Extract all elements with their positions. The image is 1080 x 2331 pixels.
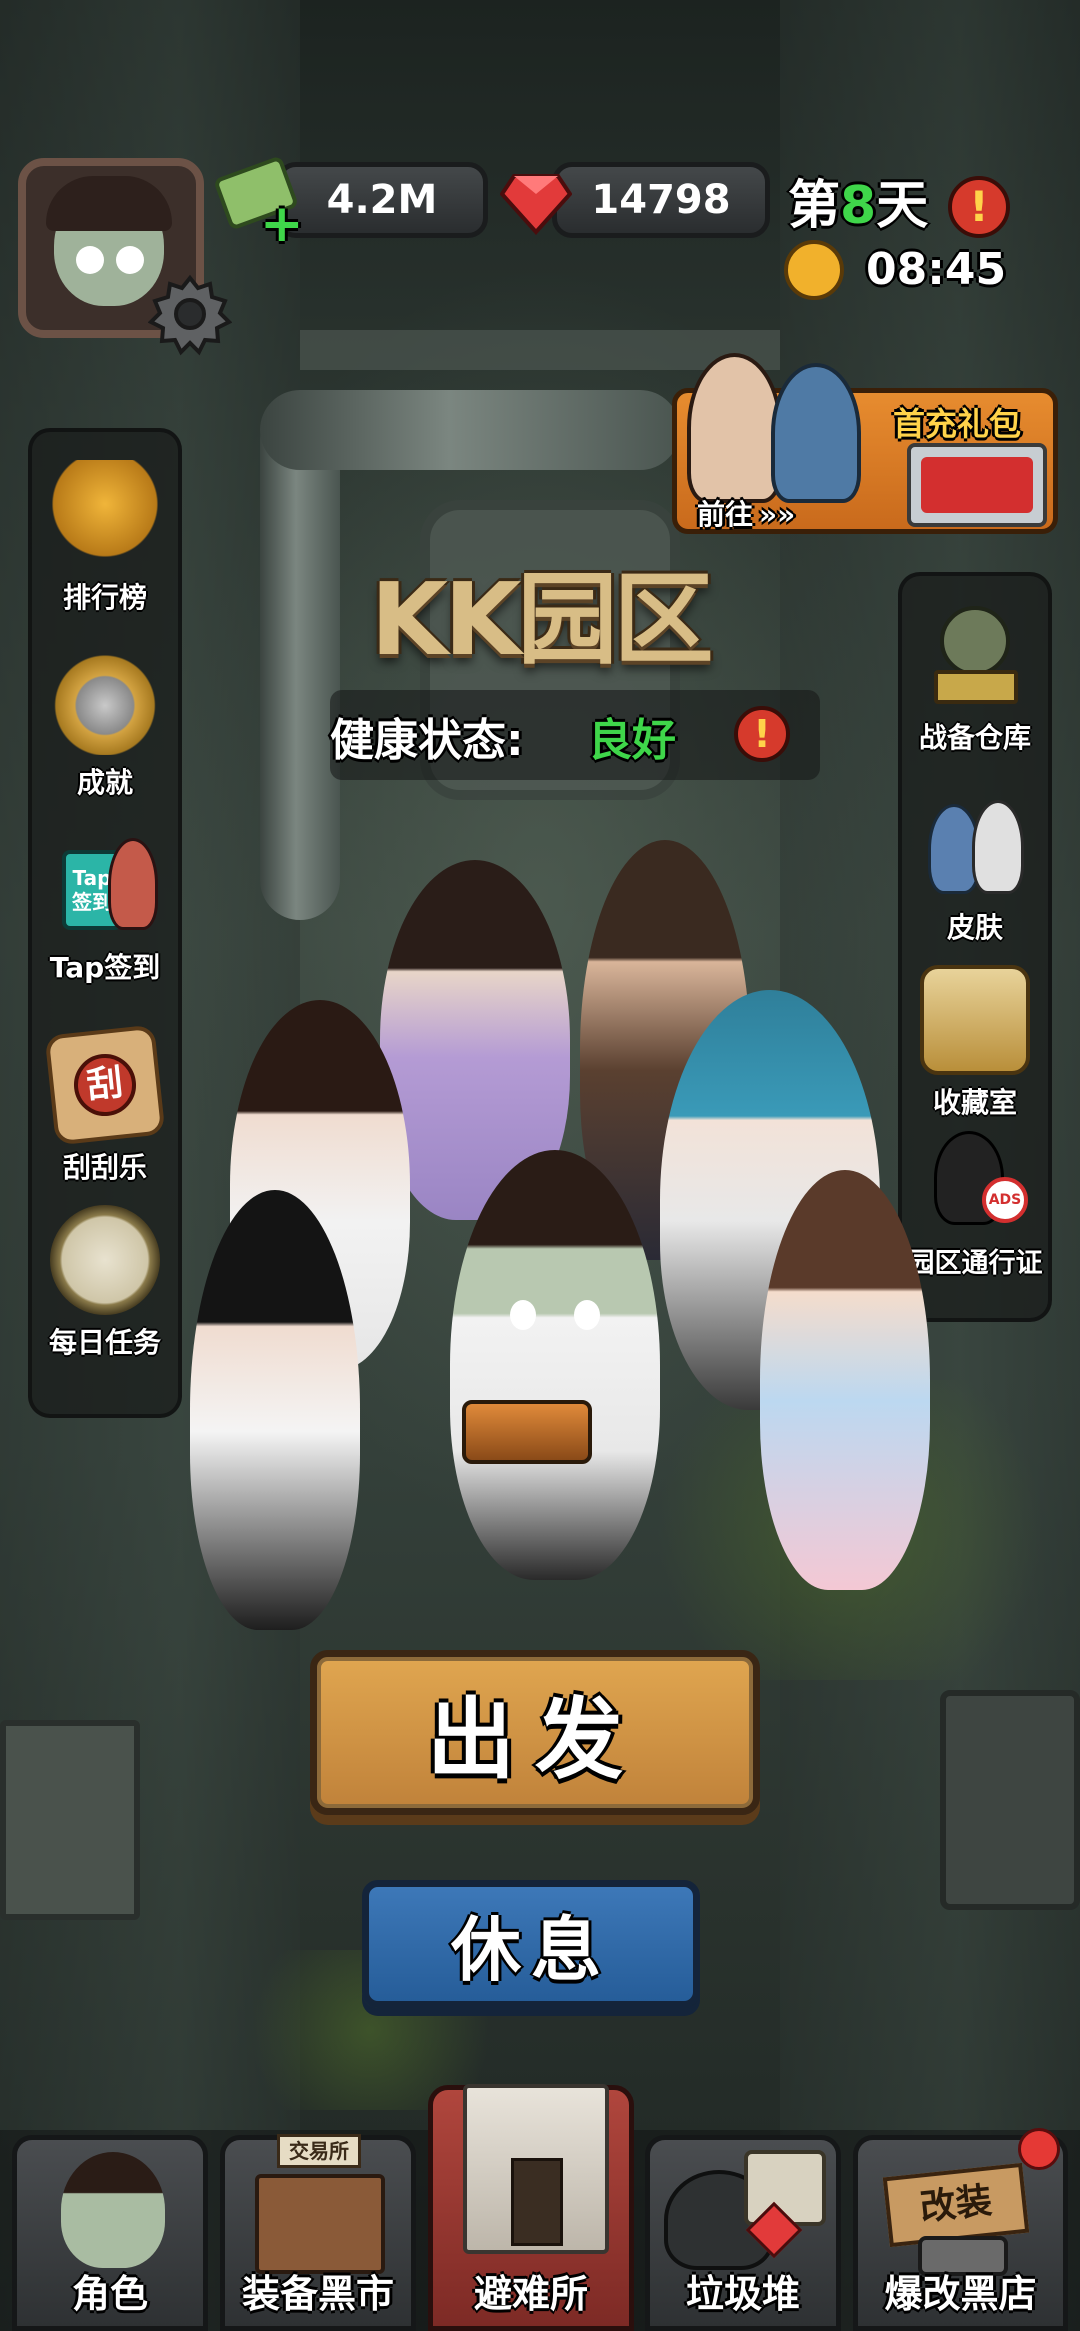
player-eye	[510, 1300, 536, 1330]
skins-button[interactable]: 皮肤	[895, 790, 1055, 946]
sun-icon	[784, 240, 844, 300]
promo-go-link[interactable]: 前往»»	[697, 493, 795, 533]
plus-icon: +	[260, 194, 304, 254]
mod-shop-sign: 改装	[882, 2162, 1030, 2248]
nav-label-mod-shop: 爆改黑店	[884, 2272, 1037, 2316]
character-icon	[61, 2152, 165, 2268]
soldier-helmet	[940, 606, 1010, 676]
pass-icon: ADS	[920, 1125, 1030, 1235]
rest-button[interactable]: 休息	[362, 1880, 700, 2008]
health-value: 良好	[588, 715, 676, 766]
daily-tasks-label: 每日任务	[48, 1326, 161, 1359]
scratch-card-label: 刮刮乐	[62, 1151, 147, 1184]
black-market-icon	[255, 2174, 385, 2274]
health-status-panel: 健康状态: 良好 !	[330, 690, 820, 780]
location-title: KK园区	[370, 561, 714, 678]
day-counter: 第8天	[788, 176, 928, 236]
cash-value: 4.2M	[326, 177, 438, 223]
nav-label-character: 角色	[71, 2272, 148, 2316]
settings-gear-icon[interactable]	[147, 272, 233, 356]
nav-tab-mod-shop[interactable]: 改装 爆改黑店	[853, 2128, 1068, 2331]
shelter-icon	[463, 2084, 609, 2254]
nav-tab-shelter[interactable]: 避难所	[428, 2084, 634, 2331]
day-prefix: 第	[788, 176, 841, 236]
day-number: 8	[840, 176, 877, 236]
scratch-card-icon: 刮	[44, 1024, 166, 1146]
leaderboard-button[interactable]: 排行榜	[25, 460, 185, 616]
avatar-eye	[76, 246, 104, 274]
depart-button[interactable]: 出发	[310, 1650, 760, 1815]
drawer-cabinet	[0, 1720, 140, 1920]
nav-tab-black-market[interactable]: 交易所 装备黑市	[220, 2134, 416, 2331]
weapon-gun-icon	[462, 1400, 592, 1464]
nav-label-black-market: 装备黑市	[241, 2272, 394, 2316]
day-alert-exclamation-icon[interactable]: !	[948, 176, 1010, 238]
collection-room-button[interactable]: 收藏室	[895, 965, 1055, 1121]
medal-icon	[50, 645, 160, 755]
promo-character	[771, 363, 861, 503]
armory-label: 战备仓库	[918, 721, 1031, 754]
avatar-hair	[46, 176, 172, 231]
promo-go-label: 前往	[697, 498, 754, 531]
first-recharge-promo[interactable]: 首充礼包 前往»»	[672, 353, 1058, 534]
nav-tab-character[interactable]: 角色	[12, 2135, 208, 2331]
game-clock: 08:45	[866, 244, 1007, 295]
compass-icon	[50, 1205, 160, 1315]
tap-signin-button[interactable]: Tap 签到 Tap签到	[25, 830, 185, 986]
vertical-pipe	[260, 400, 340, 920]
nav-label-junk-pile: 垃圾堆	[685, 2272, 800, 2316]
player-eye	[574, 1300, 600, 1330]
ammo-crate	[934, 670, 1018, 704]
leaderboard-label: 排行榜	[62, 581, 147, 614]
player-character[interactable]	[450, 1150, 660, 1580]
tap-badge-sub: 签到	[72, 890, 112, 914]
collection-icon	[920, 965, 1030, 1075]
health-label: 健康状态:	[330, 715, 524, 766]
cash-counter: 4.2M	[276, 162, 488, 238]
nav-tab-junk-pile[interactable]: 垃圾堆	[645, 2135, 841, 2331]
achievements-button[interactable]: 成就	[25, 645, 185, 801]
gem-value: 14798	[591, 177, 731, 223]
scratch-badge: 刮	[70, 1050, 140, 1120]
promo-character	[687, 353, 782, 503]
gem-counter: 14798	[552, 162, 770, 238]
tap-signin-icon: Tap 签到	[50, 830, 160, 940]
tap-signin-label: Tap签到	[49, 951, 161, 984]
health-alert-exclamation-icon[interactable]: !	[734, 706, 790, 762]
black-market-sign: 交易所	[277, 2134, 361, 2168]
crate	[940, 1690, 1080, 1910]
armory-icon	[920, 600, 1030, 710]
no-ads-badge: ADS	[982, 1177, 1028, 1223]
armory-button[interactable]: 战备仓库	[895, 600, 1055, 756]
skin-character	[972, 800, 1024, 894]
tap-badge-text: Tap	[72, 866, 112, 890]
skins-label: 皮肤	[946, 911, 1003, 944]
double-chevron-icon: »»	[759, 498, 796, 531]
promo-title: 首充礼包	[893, 405, 1022, 443]
horizontal-pipe	[260, 390, 680, 470]
cash-add-button[interactable]: +	[212, 150, 306, 254]
ruby-gem-icon	[499, 166, 573, 238]
avatar-eye	[116, 246, 144, 274]
achievements-label: 成就	[76, 766, 133, 799]
skin-icon	[920, 790, 1030, 900]
scratch-card-button[interactable]: 刮 刮刮乐	[25, 1024, 185, 1186]
trophy-icon	[50, 460, 160, 570]
notification-dot	[1018, 2128, 1060, 2170]
collection-room-label: 收藏室	[932, 1086, 1017, 1119]
character-pink-dress-girl[interactable]	[760, 1170, 930, 1590]
daily-tasks-button[interactable]: 每日任务	[25, 1205, 185, 1361]
nav-label-shelter: 避难所	[473, 2272, 588, 2316]
gem-briefcase-icon	[907, 443, 1047, 527]
character-black-hair-girl[interactable]	[190, 1190, 360, 1630]
tap-character	[108, 838, 158, 930]
day-suffix: 天	[876, 176, 929, 236]
